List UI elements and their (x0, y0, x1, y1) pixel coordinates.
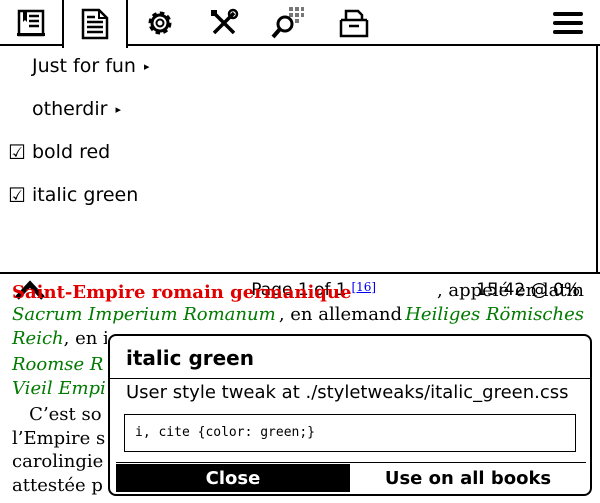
check-item-label: italic green (32, 184, 139, 206)
hamburger-icon (553, 12, 583, 34)
gear-icon (148, 11, 172, 35)
book-line: Saint-Empire romain germanique[16] , app… (12, 280, 584, 303)
dialog-divider (110, 378, 590, 379)
submenu-label: otherdir (32, 98, 108, 120)
book-line: Roomse R (12, 354, 103, 375)
book-line: carolingie (12, 451, 104, 472)
book-line: l’Empire s (12, 428, 106, 449)
check-item-label: bold red (32, 141, 111, 163)
book-line: Reich, en i (12, 328, 109, 349)
submenu-just-for-fun[interactable]: Just for fun ▸ (32, 46, 150, 86)
search-icon (271, 7, 304, 39)
book-text: , en i (63, 328, 109, 349)
checkbox-icon: ☑ (8, 140, 26, 164)
filemanager-tab[interactable] (326, 2, 382, 44)
book-line: C’est so (12, 404, 102, 425)
tools-icon (211, 8, 239, 35)
book-line: Vieil Empi (12, 378, 106, 399)
dialog-divider (116, 462, 586, 463)
search-tab[interactable] (260, 2, 316, 44)
checkbox-icon: ☑ (8, 183, 26, 207)
book-green-text: Roomse R (12, 354, 104, 375)
book-green-text: Sacrum Imperium Romanum (12, 304, 276, 325)
settings-tab[interactable] (132, 2, 188, 44)
filemanager-icon (339, 9, 369, 38)
book-line: Sacrum Imperium Romanum , en allemand He… (12, 304, 584, 325)
document-tab[interactable] (62, 0, 128, 48)
style-tweak-dialog: italic green User style tweak at ./style… (108, 334, 592, 496)
book-text: , appelé en latin (436, 280, 584, 301)
use-on-all-books-button[interactable]: Use on all books (350, 464, 586, 492)
book-text: , en allemand (278, 304, 403, 325)
submenu-otherdir[interactable]: otherdir ▸ (32, 89, 121, 129)
css-code-field[interactable]: i, cite {color: green;} (124, 414, 576, 452)
footnote-link[interactable]: [16] (351, 280, 376, 294)
close-button[interactable]: Close (116, 464, 350, 492)
book-line: attestée p (12, 475, 103, 496)
submenu-arrow-icon: ▸ (115, 102, 121, 116)
navigation-icon (17, 9, 45, 37)
book-red-text: Saint-Empire romain germanique (12, 282, 352, 303)
submenu-label: Just for fun (32, 55, 136, 77)
dialog-title: italic green (126, 346, 254, 370)
top-toolbar (0, 0, 600, 48)
navigation-tab[interactable] (4, 2, 60, 44)
document-icon (81, 8, 109, 40)
main-menu-button[interactable] (540, 2, 596, 44)
book-green-text: Heiliges Römisches (405, 304, 584, 325)
dialog-description: User style tweak at ./styletweaks/italic… (126, 382, 569, 403)
check-item-italic-green[interactable]: ☑ italic green (8, 175, 138, 215)
tools-tab[interactable] (196, 2, 252, 44)
check-item-bold-red[interactable]: ☑ bold red (8, 132, 110, 172)
book-green-text: Reich (12, 328, 64, 349)
book-green-text: Vieil Empi (12, 378, 106, 399)
submenu-arrow-icon: ▸ (143, 59, 150, 73)
menu-panel: Just for fun ▸ otherdir ▸ ☑ bold red ☑ i… (0, 46, 598, 300)
